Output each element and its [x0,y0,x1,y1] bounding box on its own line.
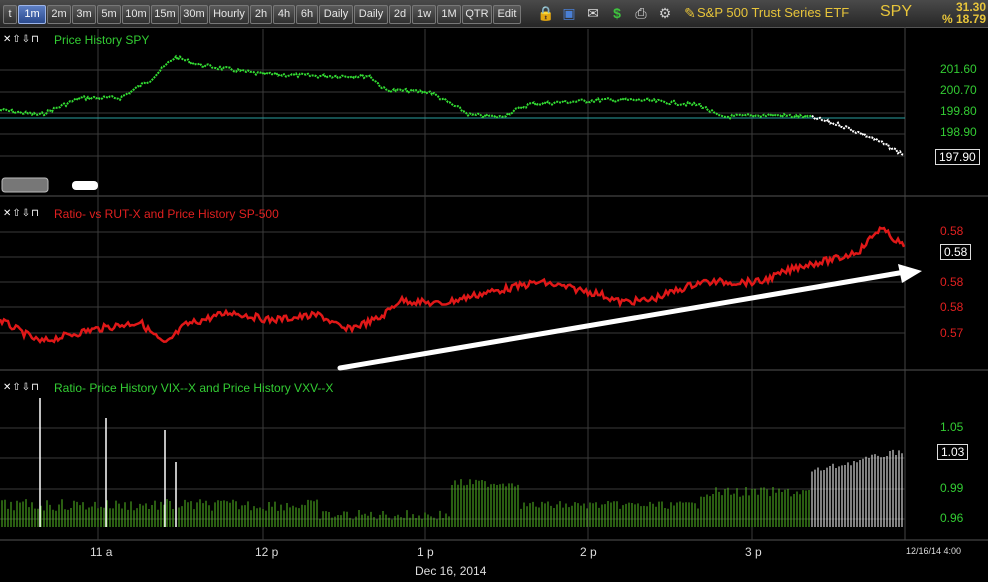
dollar-icon[interactable]: $ [609,4,625,22]
interval-button-6[interactable]: 15m [151,5,179,24]
x-label-3p: 3 p [745,545,762,559]
settings-icon[interactable]: ⚙ [657,4,673,22]
chart-area [0,27,988,541]
panel-controls-ratio-vix[interactable]: ✕⇧⇩⊓ [3,382,40,393]
interval-button-7[interactable]: 30m [180,5,208,24]
y-label-spy-1: 200.70 [940,83,977,97]
y-label-rut-3: 0.57 [940,326,964,340]
interval-button-17[interactable]: QTR [462,5,492,24]
y-label-vix-0: 1.05 [940,420,964,434]
y-label-spy-3: 198.90 [940,125,977,139]
interval-button-14[interactable]: 2d [389,5,411,24]
mail-icon[interactable]: ✉ [585,4,601,22]
interval-button-9[interactable]: 2h [250,5,272,24]
interval-button-1[interactable]: 1m [18,5,46,24]
interval-button-10[interactable]: 4h [273,5,295,24]
interval-button-8[interactable]: Hourly [209,5,249,24]
trend-arrow-head [898,264,922,283]
y-label-spy-2: 199.80 [940,104,977,118]
interval-button-3[interactable]: 3m [72,5,96,24]
y-label-rut-1: 0.58 [940,275,964,289]
interval-button-13[interactable]: Daily [354,5,388,24]
interval-button-15[interactable]: 1w [412,5,436,24]
x-label-11a: 11 a [90,545,113,559]
save-icon[interactable]: ▣ [561,4,577,22]
last-value-spy: 197.90 [935,149,980,165]
x-label-2p: 2 p [580,545,597,559]
scroll-thumb [72,181,98,190]
lock-icon[interactable]: 🔒 [537,4,554,22]
interval-button-2[interactable]: 2m [47,5,71,24]
panel-controls-spy[interactable]: ✕⇧⇩⊓ [3,34,40,45]
x-axis-date: Dec 16, 2014 [415,564,487,578]
stat-percent: % 18.79 [941,12,986,26]
interval-button-18[interactable]: Edit [493,5,521,24]
ratio-line-rut [0,226,906,344]
print-icon[interactable]: ⎙ [633,4,649,22]
price-line-spy [0,54,813,120]
panel-title-ratio-rut: Ratio- vs RUT-X and Price History SP-500 [54,207,279,221]
x-label-1p: 1 p [417,545,434,559]
panel-controls-ratio-rut[interactable]: ✕⇧⇩⊓ [3,208,40,219]
last-value-ratio-rut: 0.58 [940,244,972,260]
interval-button-0[interactable]: t [3,5,17,24]
ticker-symbol[interactable]: SPY [880,3,912,21]
panel-title-ratio-vix: Ratio- Price History VIX--X and Price Hi… [54,381,334,395]
interval-button-5[interactable]: 10m [122,5,150,24]
panel-title-spy: Price History SPY [54,33,150,47]
y-label-spy-0: 201.60 [940,62,977,76]
symbol-name: S&P 500 Trust Series ETF [697,5,850,20]
y-label-vix-1: 0.99 [940,481,964,495]
y-label-rut-2: 0.58 [940,300,964,314]
x-label-12p: 12 p [255,545,279,559]
scroll-handle [1,177,49,193]
price-line-spy-late [811,114,905,156]
corner-date: 12/16/14 4:00 [906,546,962,556]
y-label-vix-2: 0.96 [940,511,964,525]
pencil-icon[interactable]: ✎ [682,4,698,22]
interval-button-11[interactable]: 6h [296,5,318,24]
interval-button-16[interactable]: 1M [437,5,461,24]
interval-button-12[interactable]: Daily [319,5,353,24]
last-value-ratio-vix: 1.03 [937,444,969,460]
y-label-rut-0: 0.58 [940,224,964,238]
interval-button-4[interactable]: 5m [97,5,121,24]
